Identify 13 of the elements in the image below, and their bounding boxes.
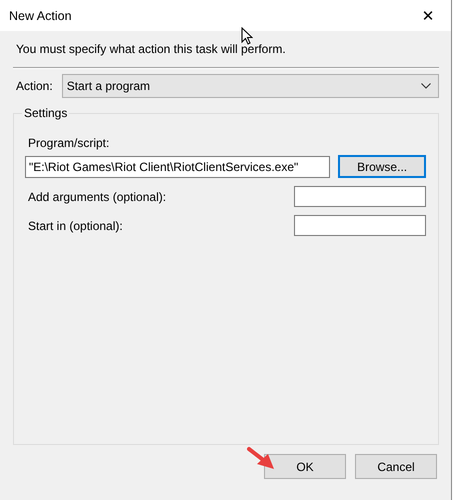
group-title: Settings	[22, 106, 70, 120]
dialog-button[interactable]: OK	[264, 454, 346, 479]
action-label: Action:	[16, 79, 53, 93]
field-label: Program/script:	[28, 136, 110, 150]
instruction-text: You must specify what action this task will perform.	[15, 42, 287, 58]
browse-button[interactable]: Browse...	[338, 155, 426, 178]
dialog-button[interactable]: Cancel	[355, 454, 437, 479]
window-title: New Action	[9, 8, 72, 22]
field-label: Add arguments (optional):	[28, 190, 166, 204]
field-label: Start in (optional):	[28, 218, 123, 232]
program-field[interactable]: "E:\Riot Games\Riot Client\RiotClientServices.exe"	[25, 156, 330, 178]
action-dropdown[interactable]: Start a program	[62, 74, 439, 98]
close-button[interactable]: ✕	[405, 0, 451, 31]
